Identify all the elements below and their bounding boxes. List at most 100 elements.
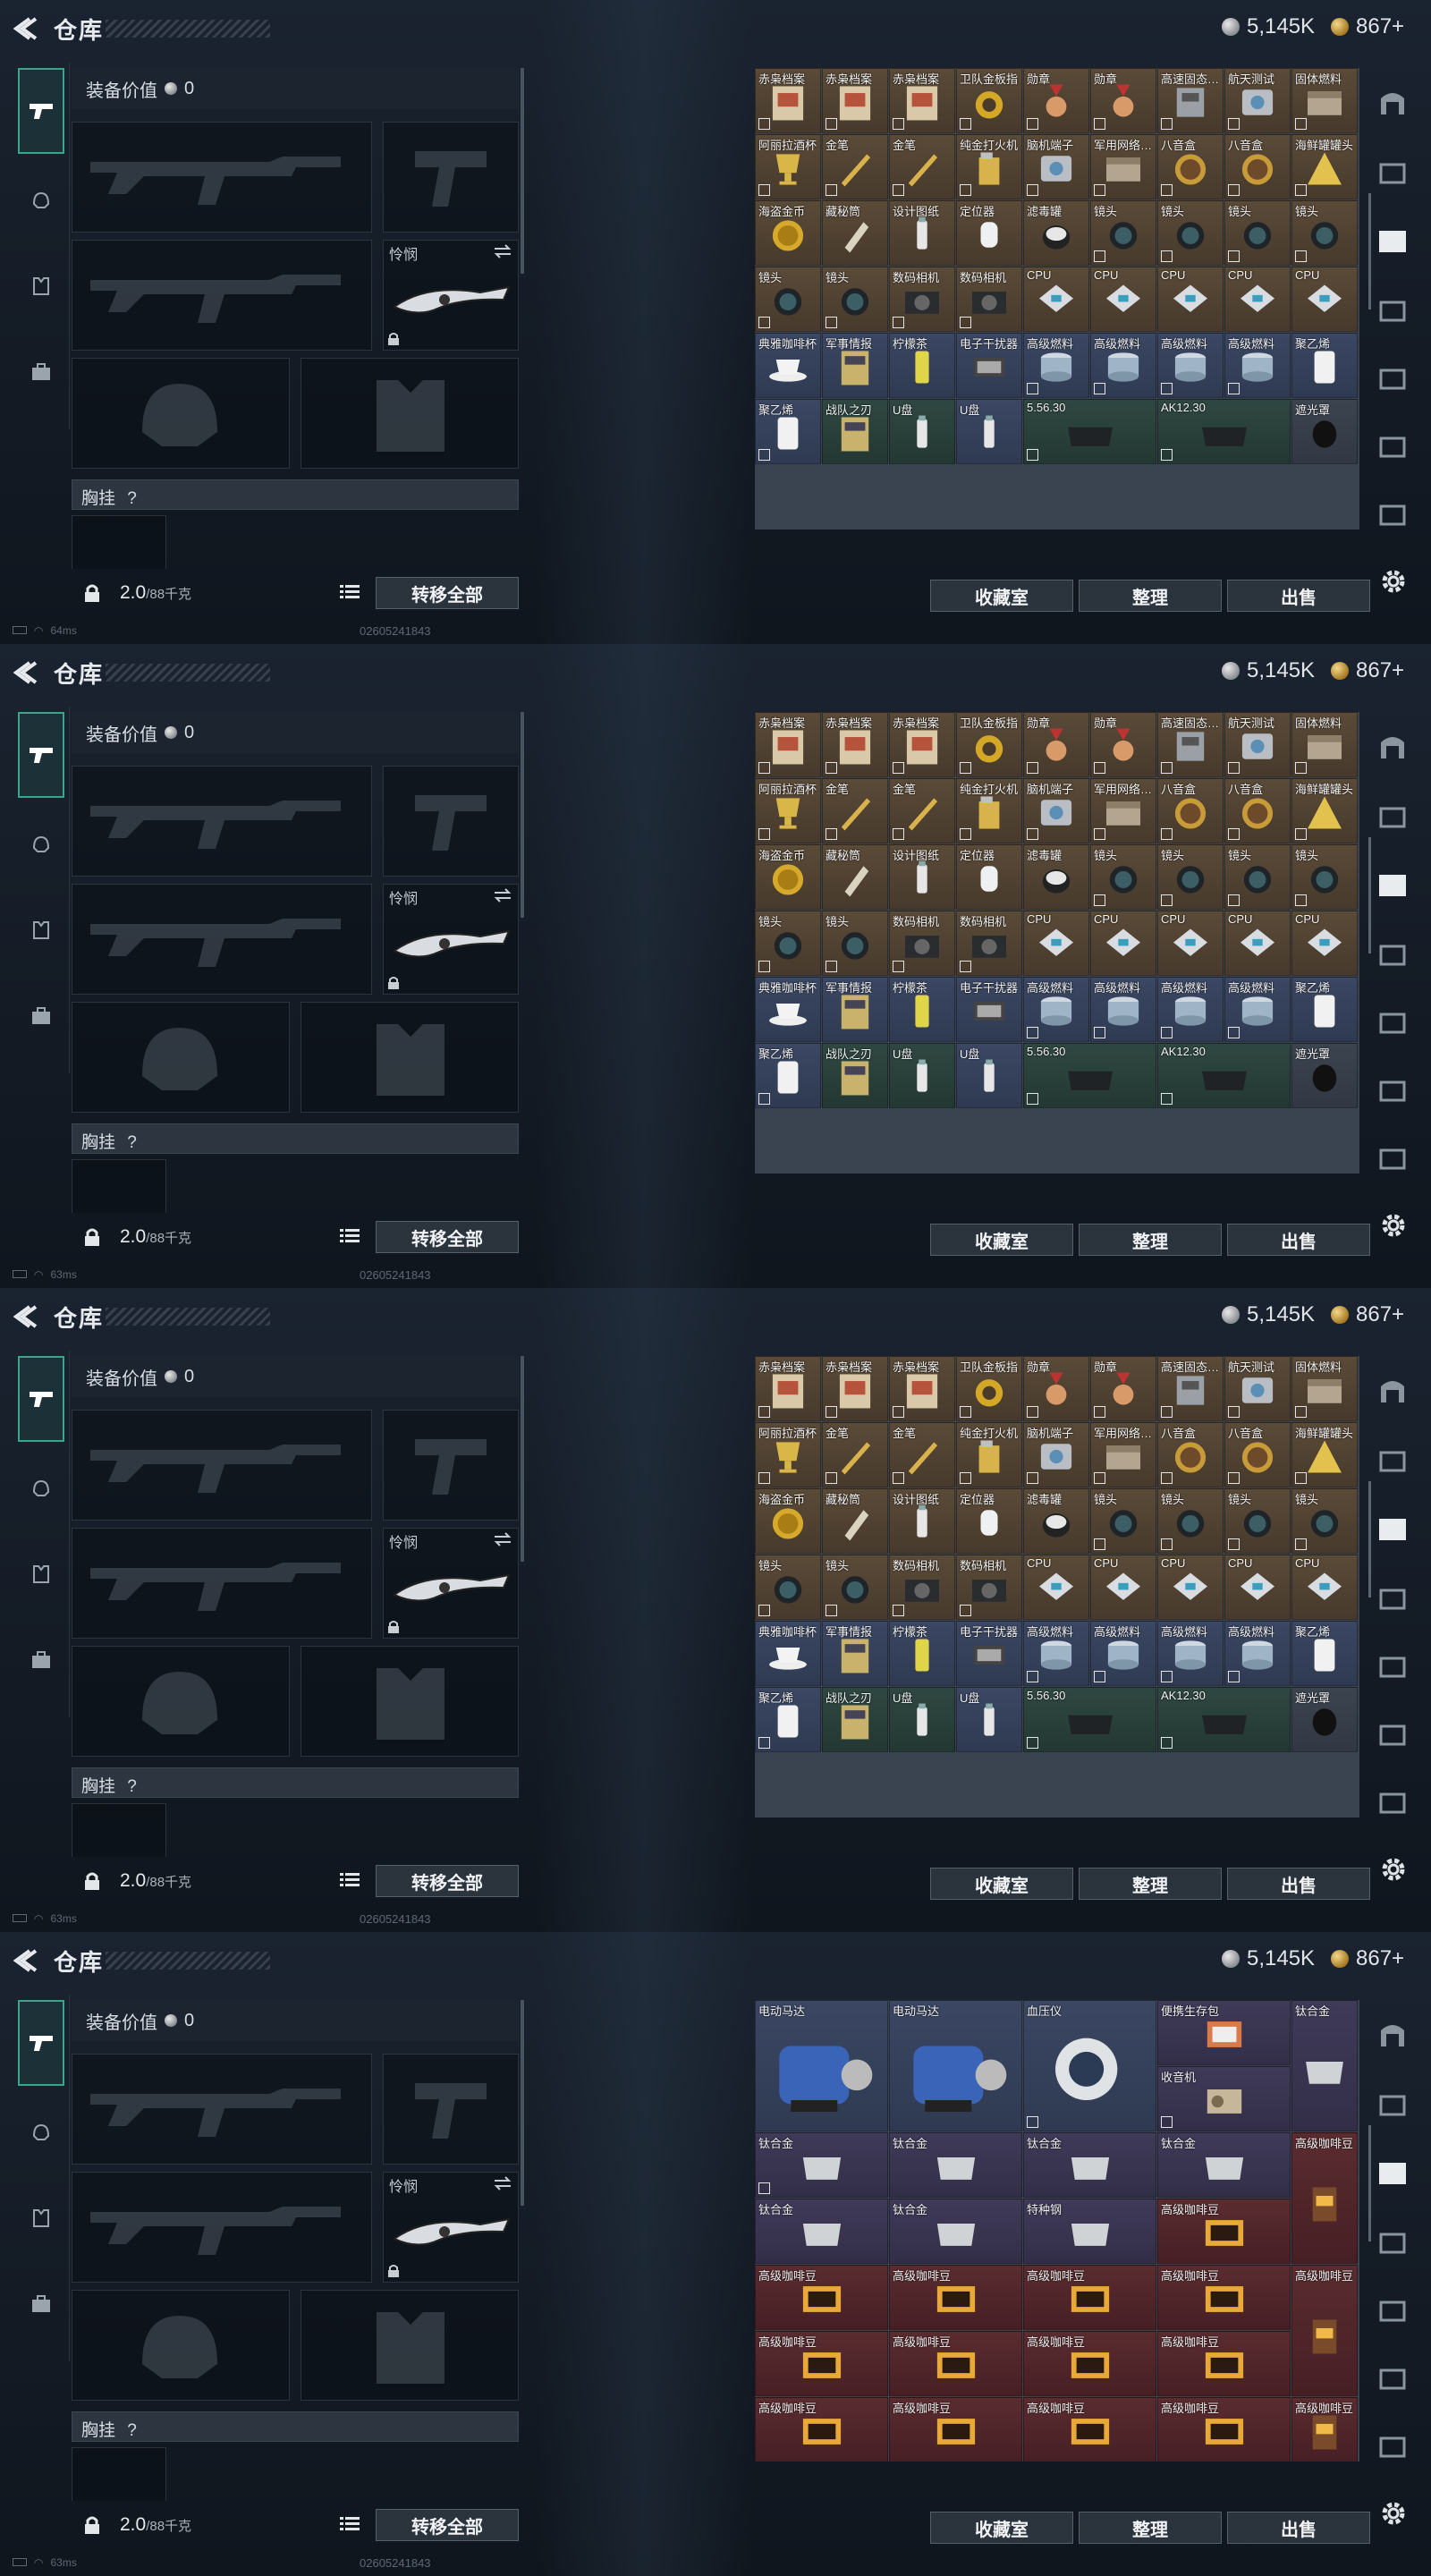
stash-item[interactable]: CPU xyxy=(1090,1555,1156,1620)
stash-item[interactable]: 镜头 xyxy=(822,267,888,332)
stash-item[interactable]: 固体燃料 xyxy=(1291,1356,1358,1421)
stash-item[interactable]: U盘 xyxy=(956,1043,1022,1108)
stash-item[interactable]: 钛合金 xyxy=(889,2132,1022,2198)
stash-item[interactable]: 高速固态… xyxy=(1157,712,1224,777)
primary-weapon-slot[interactable] xyxy=(72,766,372,877)
stash-item[interactable]: CPU xyxy=(1291,1555,1358,1620)
stash-item[interactable]: 纯金打火机 xyxy=(956,778,1022,843)
stash-tab-icon[interactable] xyxy=(1374,2363,1411,2395)
stash-item[interactable]: 海鲜罐罐头 xyxy=(1291,134,1358,199)
stash-item[interactable]: 便携生存包 xyxy=(1157,2000,1291,2065)
sort-button[interactable]: 整理 xyxy=(1079,580,1222,612)
stash-item[interactable]: 军用网络… xyxy=(1090,778,1156,843)
sort-button[interactable]: 整理 xyxy=(1079,1868,1222,1900)
list-icon[interactable] xyxy=(340,1871,360,1889)
stash-tab-icon[interactable] xyxy=(1374,1075,1411,1107)
transfer-all-button[interactable]: 转移全部 xyxy=(376,1865,519,1897)
stash-item[interactable]: 钛合金 xyxy=(1023,2132,1156,2198)
stash-item[interactable]: 5.56.30 xyxy=(1023,1043,1156,1108)
armor-slot[interactable] xyxy=(301,1646,519,1757)
primary-weapon-slot[interactable] xyxy=(72,1410,372,1521)
stash-item[interactable]: 金笔 xyxy=(889,778,955,843)
stash-item[interactable]: 藏秘筒 xyxy=(822,200,888,266)
stash-item[interactable]: CPU xyxy=(1291,267,1358,332)
stash-tab-icon[interactable] xyxy=(1374,2227,1411,2259)
stash-item[interactable]: 镜头 xyxy=(1090,1488,1156,1554)
back-arrow-icon[interactable] xyxy=(13,1304,39,1329)
pistol-slot[interactable] xyxy=(383,766,519,877)
tab-vest[interactable] xyxy=(20,909,63,952)
tab-backpack[interactable] xyxy=(20,2283,63,2326)
stash-item[interactable]: 镜头 xyxy=(1157,200,1224,266)
home-arch-icon[interactable] xyxy=(1374,86,1411,118)
tab-helmet[interactable] xyxy=(20,179,63,222)
secondary-weapon-slot[interactable] xyxy=(72,1528,372,1639)
transfer-all-button[interactable]: 转移全部 xyxy=(376,1221,519,1253)
stash-item[interactable]: 镜头 xyxy=(822,911,888,976)
stash-tab-icon[interactable] xyxy=(1374,1445,1411,1478)
back-arrow-icon[interactable] xyxy=(13,16,39,41)
equipment-scrollbar[interactable] xyxy=(521,712,524,918)
stash-item[interactable]: 高级咖啡豆 xyxy=(889,2331,1022,2396)
stash-item[interactable]: 聚乙烯 xyxy=(755,399,821,464)
stash-item[interactable]: 勋章 xyxy=(1023,712,1089,777)
stash-item[interactable]: 八音盒 xyxy=(1157,134,1224,199)
stash-item[interactable]: 纯金打火机 xyxy=(956,134,1022,199)
stash-item[interactable]: 数码相机 xyxy=(956,267,1022,332)
list-icon[interactable] xyxy=(340,583,360,601)
gear-icon[interactable] xyxy=(1377,1209,1410,1241)
stash-item[interactable]: 电动马达 xyxy=(755,2000,888,2131)
stash-item[interactable]: 高级燃料 xyxy=(1224,1621,1291,1686)
stash-item[interactable]: AK12.30 xyxy=(1157,1687,1291,1752)
stash-item[interactable]: 数码相机 xyxy=(889,267,955,332)
stash-item[interactable]: 柠檬茶 xyxy=(889,333,955,398)
stash-item[interactable]: 镜头 xyxy=(755,911,821,976)
stash-tab-icon[interactable] xyxy=(1374,801,1411,834)
stash-item[interactable]: 海盗金币 xyxy=(755,200,821,266)
stash-item[interactable]: 海盗金币 xyxy=(755,1488,821,1554)
stash-item[interactable]: 战队之刃 xyxy=(822,399,888,464)
stash-item[interactable]: CPU xyxy=(1023,911,1089,976)
stash-item[interactable]: 赤枭档案 xyxy=(755,1356,821,1421)
armor-slot[interactable] xyxy=(301,358,519,469)
chest-rig-slot[interactable] xyxy=(72,2447,166,2501)
stash-item[interactable]: 镜头 xyxy=(1090,844,1156,910)
stash-item[interactable]: 八音盒 xyxy=(1157,1422,1224,1487)
tab-backpack[interactable] xyxy=(20,1639,63,1682)
secondary-weapon-slot[interactable] xyxy=(72,884,372,995)
stash-item[interactable]: 聚乙烯 xyxy=(1291,1621,1358,1686)
gear-icon[interactable] xyxy=(1377,1853,1410,1885)
stash-item[interactable]: 高级咖啡豆 xyxy=(1157,2397,1291,2462)
sell-button[interactable]: 出售 xyxy=(1227,2512,1370,2544)
stash-item[interactable]: 高级燃料 xyxy=(1023,977,1089,1042)
sell-button[interactable]: 出售 xyxy=(1227,1868,1370,1900)
stash-item[interactable]: 航天测试 xyxy=(1224,1356,1291,1421)
stash-item[interactable]: 定位器 xyxy=(956,1488,1022,1554)
stash-item[interactable]: 高级咖啡豆 xyxy=(1291,2265,1358,2396)
stash-item[interactable]: 战队之刃 xyxy=(822,1687,888,1752)
stash-item[interactable]: CPU xyxy=(1157,267,1224,332)
stash-item[interactable]: U盘 xyxy=(956,1687,1022,1752)
stash-item[interactable]: CPU xyxy=(1224,911,1291,976)
stash-item[interactable]: 勋章 xyxy=(1023,68,1089,133)
stash-item[interactable]: 勋章 xyxy=(1023,1356,1089,1421)
stash-item[interactable]: 镜头 xyxy=(1157,1488,1224,1554)
stash-item[interactable]: CPU xyxy=(1023,267,1089,332)
list-icon[interactable] xyxy=(340,2515,360,2533)
stash-item[interactable]: 卫队金板指 xyxy=(956,712,1022,777)
chest-rig-slot[interactable] xyxy=(72,1803,166,1857)
stash-item[interactable]: 高级咖啡豆 xyxy=(1157,2331,1291,2396)
back-arrow-icon[interactable] xyxy=(13,660,39,685)
tab-helmet[interactable] xyxy=(20,1467,63,1510)
stash-item[interactable]: 高级燃料 xyxy=(1157,333,1224,398)
list-icon[interactable] xyxy=(340,1227,360,1245)
stash-item[interactable]: 金笔 xyxy=(889,1422,955,1487)
stash-item[interactable]: 卫队金板指 xyxy=(956,1356,1022,1421)
stash-item[interactable]: 海鲜罐罐头 xyxy=(1291,1422,1358,1487)
stash-item[interactable]: 聚乙烯 xyxy=(755,1043,821,1108)
stash-item[interactable]: 战队之刃 xyxy=(822,1043,888,1108)
stash-item[interactable]: 电子干扰器 xyxy=(956,1621,1022,1686)
stash-tab-icon[interactable] xyxy=(1374,1007,1411,1039)
melee-slot[interactable]: 怜悯 xyxy=(383,2172,519,2283)
stash-item[interactable]: 数码相机 xyxy=(889,1555,955,1620)
